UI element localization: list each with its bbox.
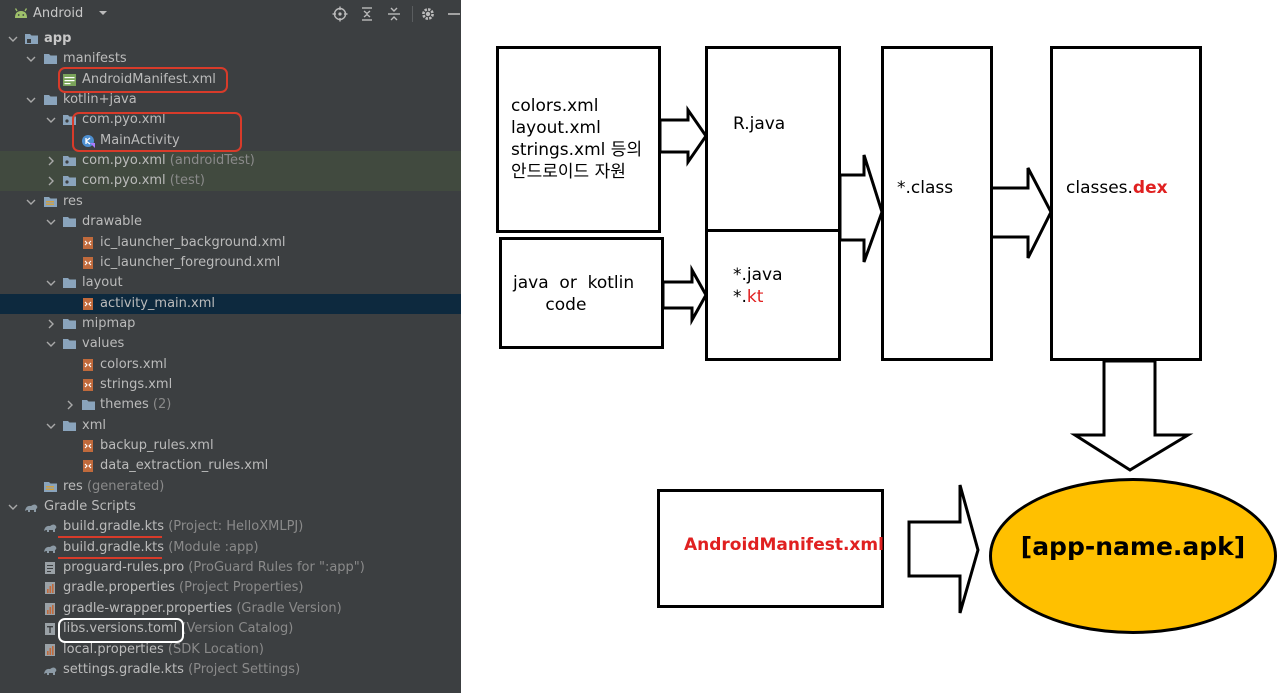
class-text: *.class xyxy=(897,178,954,198)
arrow-class-to-dex xyxy=(988,167,1053,259)
manifest-text: AndroidManifest.xml xyxy=(684,535,884,555)
arrow-dex-to-apk xyxy=(1069,359,1194,472)
dex-box xyxy=(1050,46,1202,361)
java-ext-text: *.java xyxy=(733,265,783,285)
generated-sources-box xyxy=(705,46,841,361)
arrow-resources-to-rjava xyxy=(658,105,708,167)
apk-label: [app-name.apk] xyxy=(1020,532,1246,561)
arrow-source-to-java xyxy=(661,264,708,326)
rjava-text: R.java xyxy=(733,114,786,134)
source-code-text: java or kotlin code xyxy=(513,273,635,315)
arrow-sources-to-class xyxy=(838,154,884,263)
kt-ext-text: *.kt xyxy=(733,287,764,307)
arrow-manifest-to-apk xyxy=(907,484,980,614)
resources-text: colors.xml layout.xml strings.xml 등의 안드로… xyxy=(511,96,643,182)
dex-text: classes.dex xyxy=(1066,178,1168,198)
generated-sources-divider xyxy=(705,229,841,232)
class-box xyxy=(881,46,993,361)
